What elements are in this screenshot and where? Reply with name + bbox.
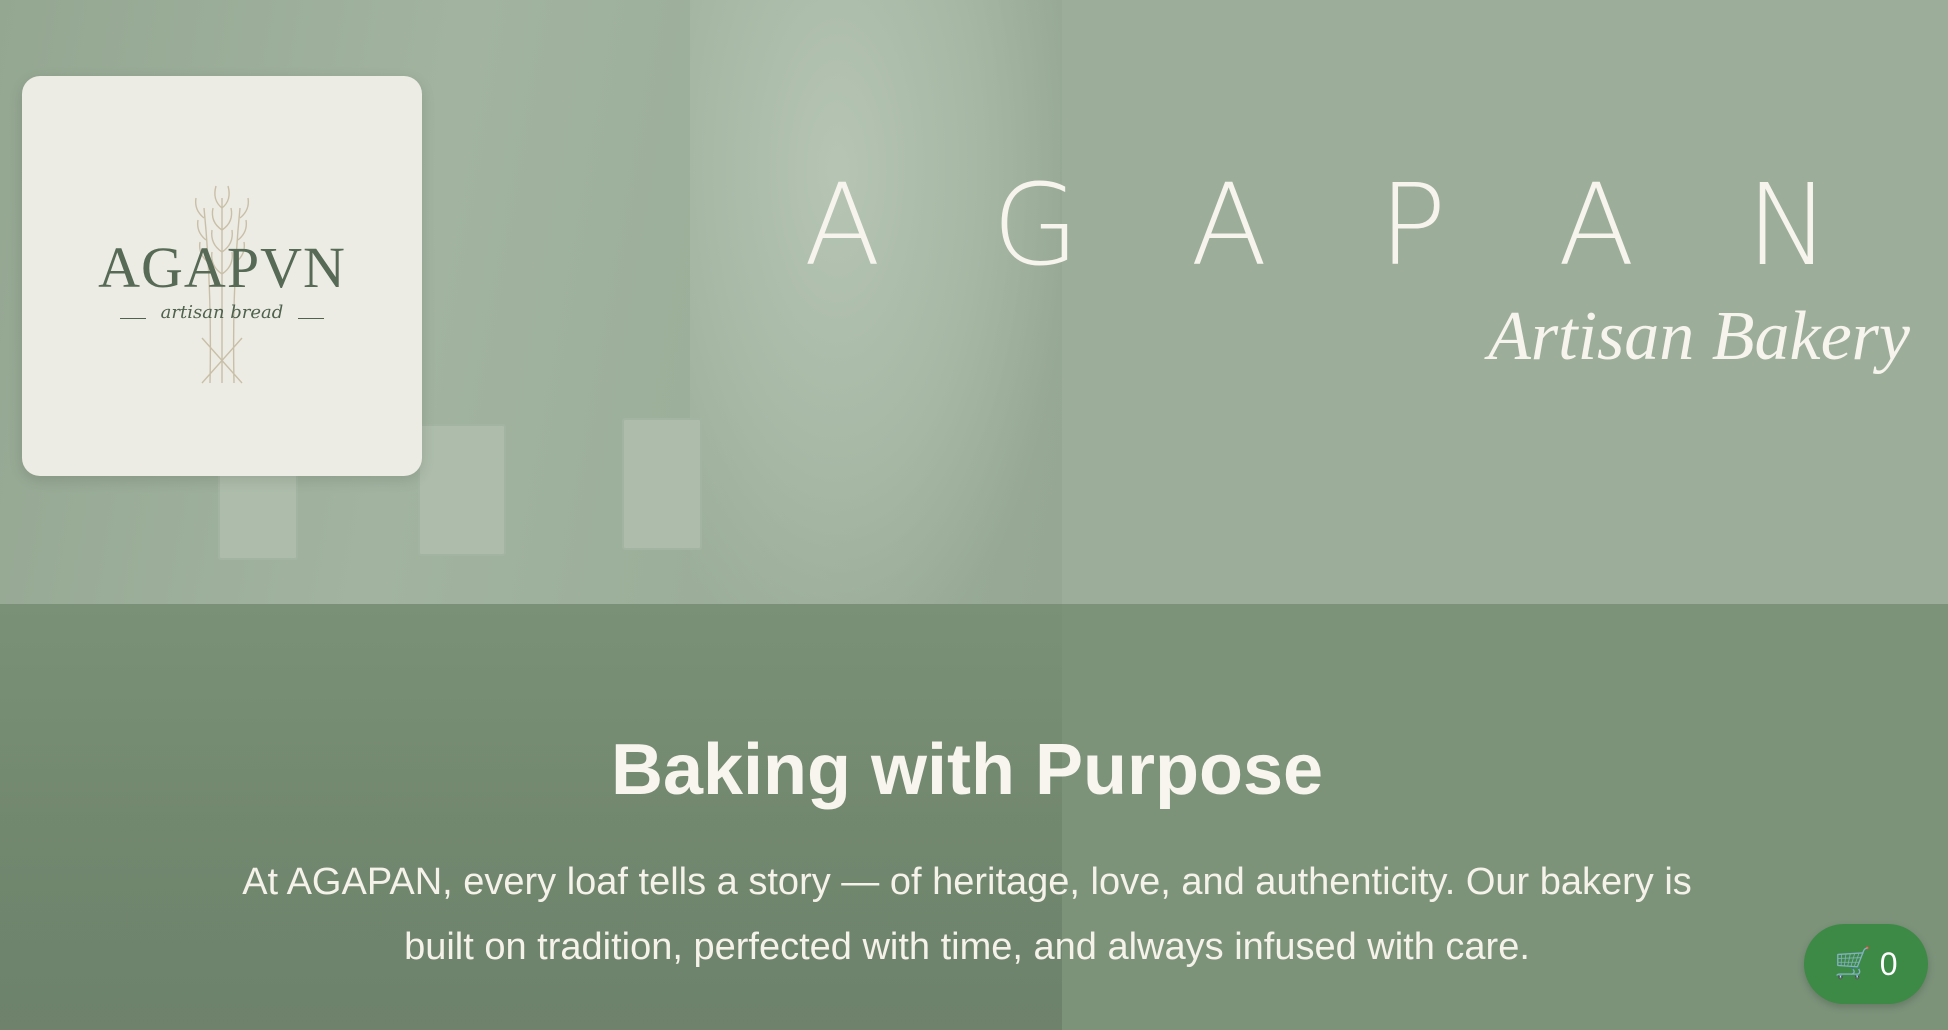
brand-subtitle: Artisan Bakery xyxy=(1488,298,1910,375)
wall-plate xyxy=(418,424,506,556)
logo-divider-right xyxy=(298,318,324,319)
wall-outlet xyxy=(218,470,298,560)
cart-count: 0 xyxy=(1879,945,1898,982)
logo-tagline: artisan bread xyxy=(160,302,284,323)
page: AGAPVN artisan bread A G A P A N Artisan… xyxy=(0,0,1948,1030)
intro-heading: Baking with Purpose xyxy=(610,730,1324,810)
brand-title: A G A P A N xyxy=(804,161,1868,291)
cart-icon: 🛒 xyxy=(1834,947,1872,980)
baker-figure xyxy=(690,0,1060,604)
logo-wordmark: AGAPVN xyxy=(98,235,346,300)
logo-card[interactable]: AGAPVN artisan bread xyxy=(22,76,422,476)
intro-body: At AGAPAN, every loaf tells a story — of… xyxy=(242,861,1692,968)
cart-button[interactable]: 🛒 0 xyxy=(1804,924,1928,1004)
wall-switch xyxy=(622,418,702,550)
